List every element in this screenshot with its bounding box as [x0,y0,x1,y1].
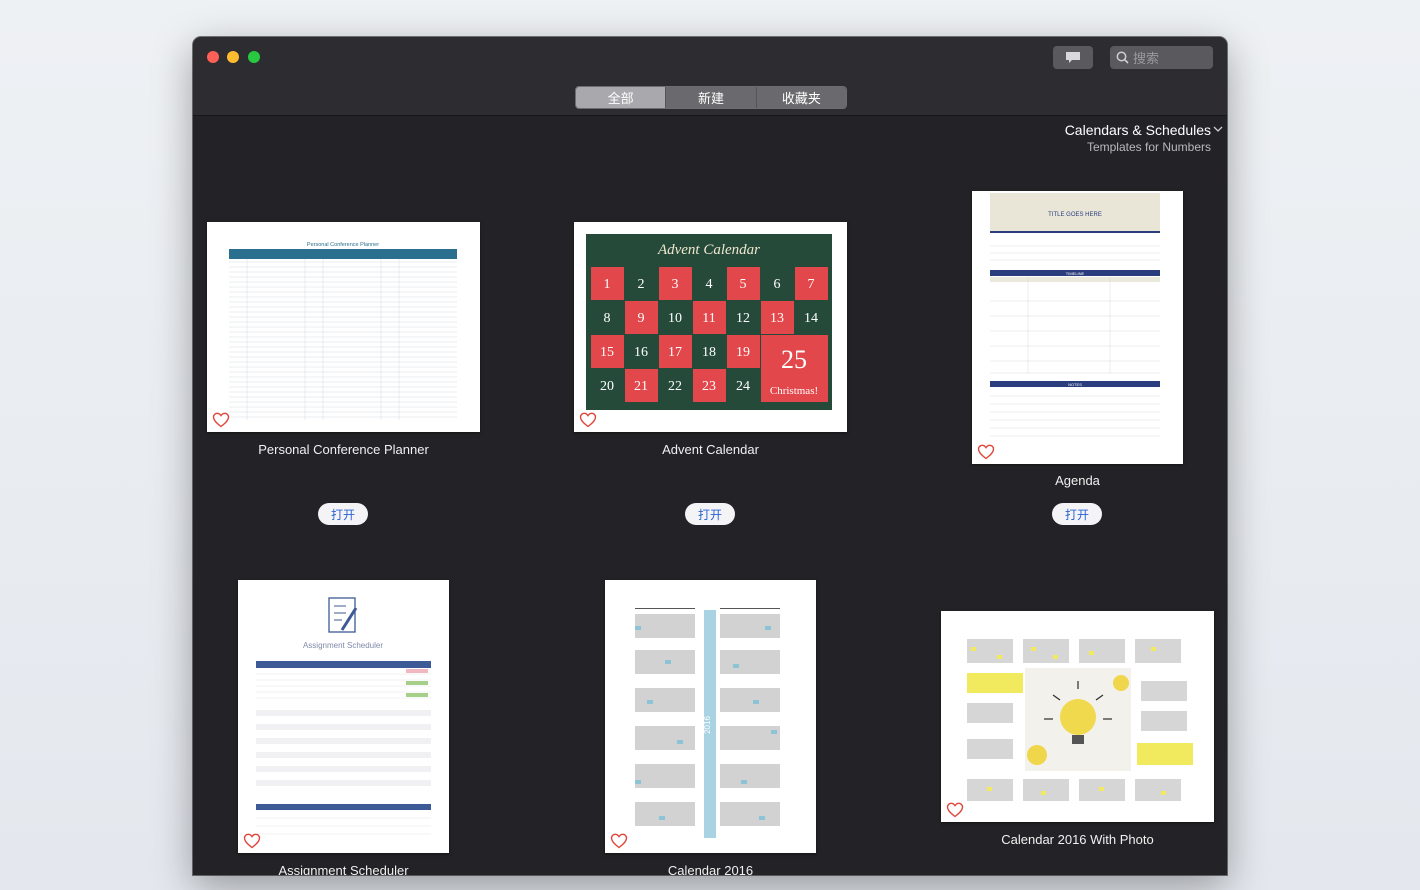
zoom-window-button[interactable] [248,51,260,63]
advent-day: 12 [736,311,750,326]
advent-day: 21 [634,379,648,394]
template-thumbnail-advent-calendar[interactable]: Advent Calendar 1 2 3 4 5 6 7 8 9 10 11 … [574,222,847,432]
template-name: Calendar 2016 [667,863,754,875]
open-button[interactable]: 打开 [685,503,735,525]
template-thumbnail-agenda[interactable]: TITLE GOES HERE TIMELINE NOTES [972,191,1183,464]
favorite-heart-icon[interactable] [579,412,597,428]
advent-day: 24 [736,379,750,394]
template-chooser-window: 搜索 全部 新建 收藏夹 Calendars & Schedules Templ… [193,37,1227,875]
toolbar: 全部 新建 收藏夹 [193,77,1227,116]
advent-preview: Advent Calendar 1 2 3 4 5 6 7 8 9 10 11 … [586,234,832,410]
advent-day: 5 [740,277,747,292]
template-thumbnail-calendar-2016[interactable]: 2016 [605,580,816,853]
advent-day: 22 [668,379,682,394]
open-button[interactable]: 打开 [318,503,368,525]
minimize-window-button[interactable] [227,51,239,63]
calendar-photo-preview [967,639,1193,801]
agenda-preview: TITLE GOES HERE TIMELINE NOTES [990,193,1160,437]
advent-day: 17 [668,345,682,360]
search-placeholder: 搜索 [1133,51,1160,66]
template-name: Calendar 2016 With Photo [1001,832,1154,847]
filter-segmented-control: 全部 新建 收藏夹 [575,86,847,109]
advent-day: 15 [600,345,614,360]
advent-christmas-label: Christmas! [770,385,818,397]
advent-day: 2 [638,277,645,292]
advent-day: 19 [736,345,750,360]
favorite-heart-icon[interactable] [243,833,261,849]
open-button[interactable]: 打开 [1052,503,1102,525]
advent-day: 18 [702,345,716,360]
favorite-heart-icon[interactable] [610,833,628,849]
comment-button[interactable] [1053,46,1093,69]
chevron-down-icon [1213,126,1223,132]
template-name: Personal Conference Planner [258,442,429,457]
template-name: Advent Calendar [662,442,759,457]
advent-day: 6 [774,277,781,292]
advent-day: 11 [702,311,715,326]
tab-new[interactable]: 新建 [665,87,756,108]
calendar-2016-preview: 2016 [635,608,780,838]
template-thumbnail-calendar-2016-with-photo[interactable] [941,611,1214,822]
favorite-heart-icon[interactable] [977,444,995,460]
tab-all[interactable]: 全部 [576,87,666,108]
advent-day: 20 [600,379,614,394]
advent-day: 13 [770,311,784,326]
advent-day: 14 [804,311,818,326]
planner-preview-title: Personal Conference Planner [307,242,379,248]
template-name: Assignment Scheduler [278,863,409,875]
advent-day: 8 [604,311,611,326]
advent-day: 10 [668,311,682,326]
category-selector[interactable]: Calendars & Schedules Templates for Numb… [1064,122,1223,154]
template-thumbnail-personal-conference-planner[interactable]: Personal Conference Planner [207,222,480,432]
agenda-notes-label: NOTES [1068,382,1082,387]
category-title: Calendars & Schedules [1064,122,1211,138]
advent-preview-title: Advent Calendar [657,242,760,258]
search-input[interactable]: 搜索 [1110,46,1213,69]
agenda-preview-title: TITLE GOES HERE [1048,212,1102,218]
title-bar: 搜索 [193,37,1227,78]
favorite-heart-icon[interactable] [212,412,230,428]
planner-preview: Personal Conference Planner [229,242,457,420]
advent-day: 16 [634,345,648,360]
advent-day: 9 [638,311,645,326]
category-subtitle: Templates for Numbers [1086,140,1211,154]
template-name: Agenda [1055,473,1100,488]
search-icon [1116,51,1129,64]
agenda-timeline-label: TIMELINE [1066,271,1085,276]
advent-day: 25 [781,345,807,374]
advent-day: 7 [808,277,815,292]
advent-day: 1 [604,277,611,292]
assignment-preview: Assignment Scheduler [256,597,431,835]
advent-day: 3 [672,277,679,292]
favorite-heart-icon[interactable] [946,802,964,818]
assignment-preview-title: Assignment Scheduler [303,641,383,650]
advent-day: 4 [706,277,713,292]
speech-bubble-icon [1066,52,1080,63]
calendar-year-label: 2016 [703,716,712,734]
advent-day: 23 [702,379,716,394]
tab-favorites[interactable]: 收藏夹 [755,87,846,108]
close-window-button[interactable] [207,51,219,63]
template-thumbnail-assignment-scheduler[interactable]: Assignment Scheduler [238,580,449,853]
